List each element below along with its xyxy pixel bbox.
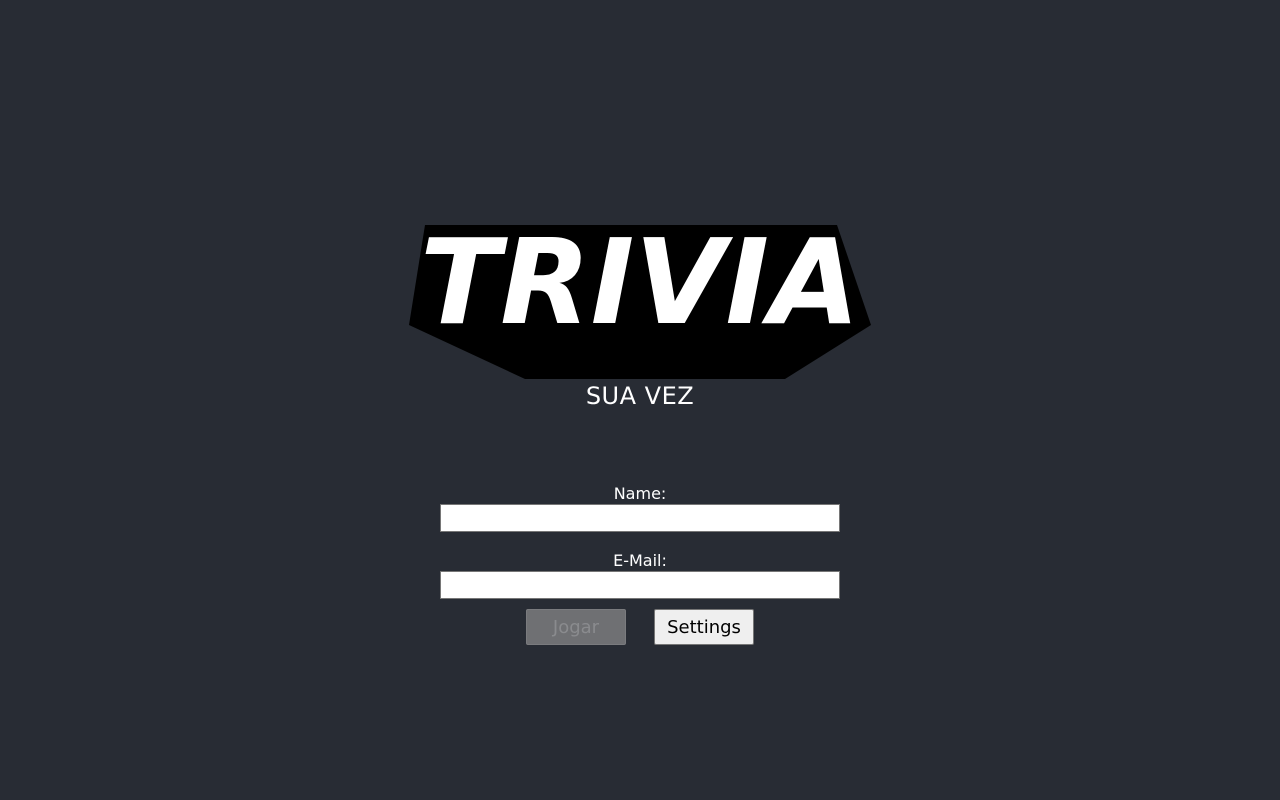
settings-button[interactable]: Settings (654, 609, 754, 645)
name-input[interactable] (440, 504, 840, 532)
trivia-logo: TRIVIA TRIVIA (405, 217, 875, 382)
turn-subtitle: SUA VEZ (585, 382, 695, 410)
email-label: E-Mail: (613, 551, 667, 570)
play-button[interactable]: Jogar (526, 609, 626, 645)
logo-text: TRIVIA (420, 217, 860, 351)
email-input[interactable] (440, 571, 840, 599)
login-page: TRIVIA TRIVIA SUA VEZ Name: E-Mail: Joga… (0, 0, 1280, 800)
name-label: Name: (613, 484, 667, 503)
